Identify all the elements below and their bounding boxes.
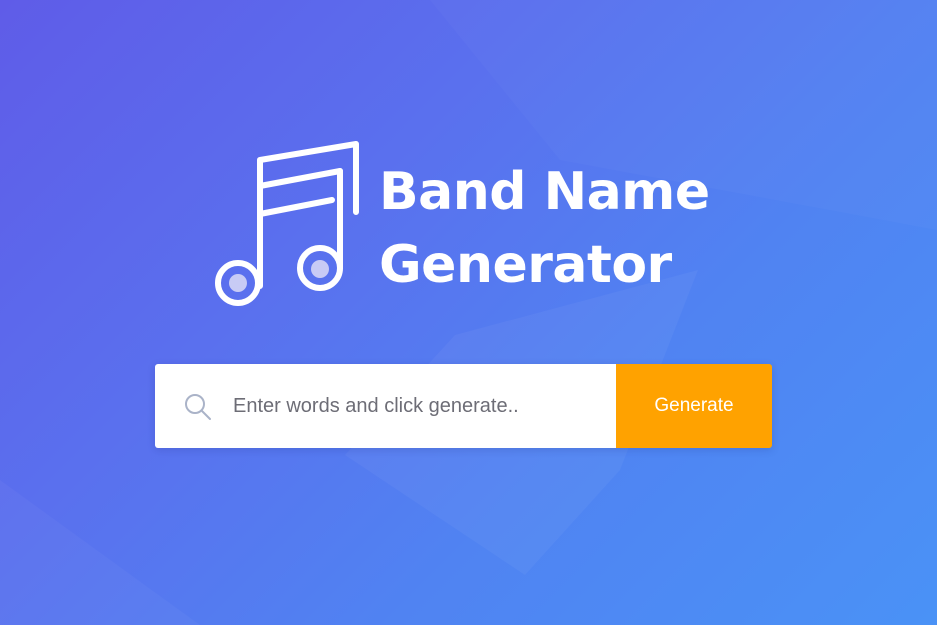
music-notes-icon	[215, 141, 359, 306]
hero-header: Band Name Generator	[212, 138, 732, 310]
search-bar: Generate	[155, 364, 772, 448]
title-line-1: Band Name	[379, 162, 710, 222]
search-input[interactable]	[233, 364, 603, 448]
title-line-2: Generator	[379, 235, 672, 295]
background-decoration	[345, 270, 698, 575]
page-title: Band Name Generator	[379, 156, 710, 302]
search-icon	[185, 394, 211, 420]
generate-button[interactable]: Generate	[616, 364, 772, 448]
search-field[interactable]	[155, 364, 616, 448]
